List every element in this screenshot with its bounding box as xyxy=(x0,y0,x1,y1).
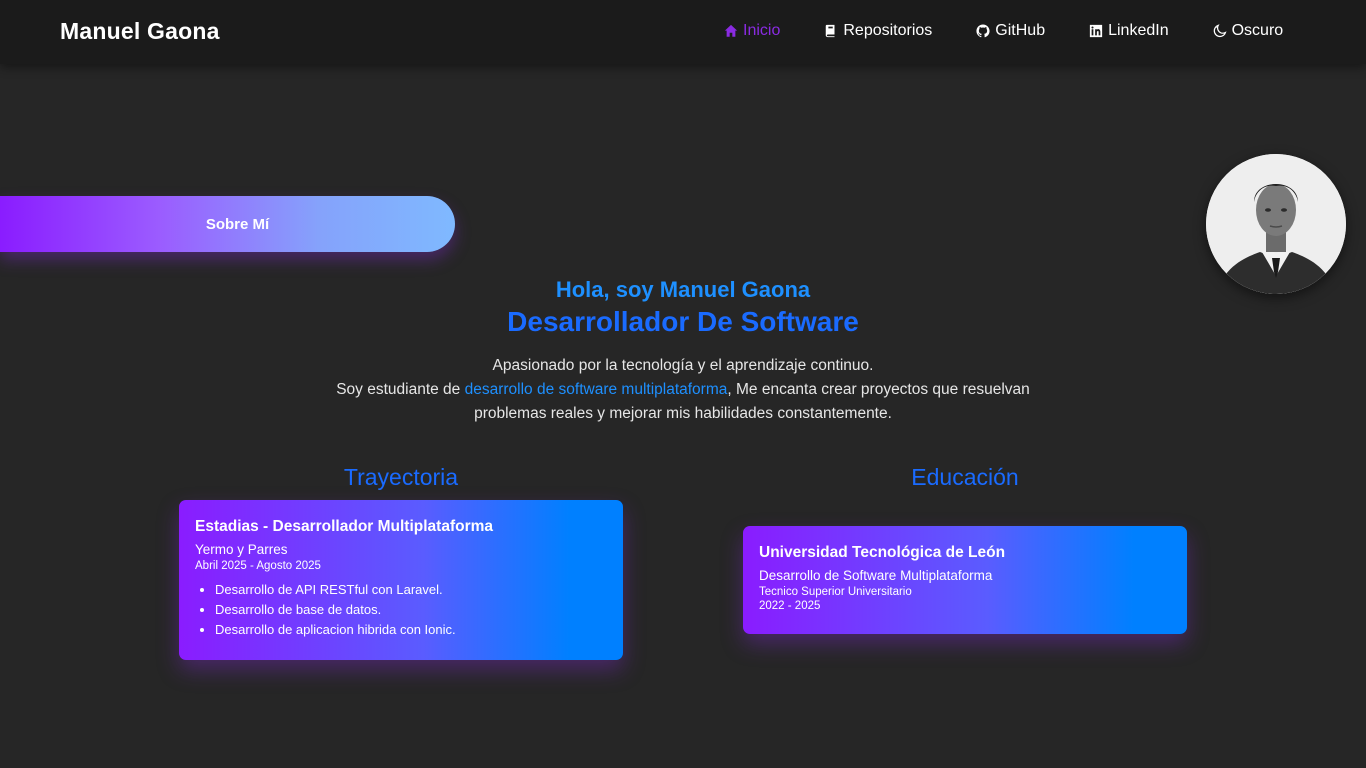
hero-description: Apasionado por la tecnología y el aprend… xyxy=(333,354,1033,426)
linkedin-icon xyxy=(1089,24,1103,38)
company-name: Yermo y Parres xyxy=(195,542,288,557)
hero-line2-prefix: Soy estudiante de xyxy=(336,381,465,398)
hero-greeting: Hola, soy Manuel Gaona xyxy=(555,277,811,302)
trayectoria-card: Estadias - Desarrollador Multiplataforma… xyxy=(179,500,623,660)
brand-name[interactable]: Manuel Gaona xyxy=(60,18,220,45)
moon-icon xyxy=(1213,24,1227,38)
school-name: Universidad Tecnológica de León xyxy=(759,544,1006,561)
book-icon xyxy=(826,24,835,38)
nav-item-repositorios[interactable]: Repositorios xyxy=(824,22,932,40)
nav-item-label: Repositorios xyxy=(843,22,933,39)
nav-item-label: LinkedIn xyxy=(1108,22,1169,39)
nav-item-label: GitHub xyxy=(995,22,1046,39)
program-name: Desarrollo de Software Multiplataforma xyxy=(759,568,993,583)
nav-item-linkedin[interactable]: LinkedIn xyxy=(1089,22,1169,40)
list-item: Desarrollo de base de datos. xyxy=(215,600,607,620)
hero-line1: Apasionado por la tecnología y el aprend… xyxy=(492,357,874,374)
theme-toggle[interactable]: Oscuro xyxy=(1213,22,1284,40)
hero-section: Hola, soy Manuel Gaona Desarrollador De … xyxy=(0,276,1366,426)
hero-program-link[interactable]: desarrollo de software multiplataforma xyxy=(465,381,728,398)
job-duties: Desarrollo de API RESTful con Laravel. D… xyxy=(195,580,607,640)
nav-item-label: Inicio xyxy=(743,22,781,39)
trayectoria-title: Trayectoria xyxy=(343,464,459,490)
educacion-title: Educación xyxy=(911,464,1019,490)
nav-item-inicio[interactable]: Inicio xyxy=(724,22,780,40)
job-dates: Abril 2025 - Agosto 2025 xyxy=(195,560,321,572)
nav-item-label: Oscuro xyxy=(1231,22,1284,39)
nav-item-github[interactable]: GitHub xyxy=(976,22,1045,40)
nav-links: Inicio Repositorios GitHub LinkedIn Oscu… xyxy=(724,22,1283,40)
hero-role: Desarrollador De Software xyxy=(507,306,859,337)
sobre-mi-button[interactable]: Sobre Mí xyxy=(0,196,455,252)
home-icon xyxy=(724,24,738,37)
list-item: Desarrollo de API RESTful con Laravel. xyxy=(215,580,607,600)
list-item: Desarrollo de aplicacion hibrida con Ion… xyxy=(215,620,607,640)
degree-name: Tecnico Superior Universitario xyxy=(759,586,912,598)
sobre-mi-label: Sobre Mí xyxy=(205,215,270,233)
educacion-card: Universidad Tecnológica de León Desarrol… xyxy=(743,526,1187,634)
github-icon xyxy=(976,24,990,38)
navbar: Manuel Gaona Inicio Repositorios GitHub … xyxy=(0,0,1366,64)
profile-avatar xyxy=(1206,154,1346,294)
education-dates: 2022 - 2025 xyxy=(759,600,821,612)
profile-photo xyxy=(1206,154,1346,294)
job-title: Estadias - Desarrollador Multiplataforma xyxy=(195,518,494,535)
